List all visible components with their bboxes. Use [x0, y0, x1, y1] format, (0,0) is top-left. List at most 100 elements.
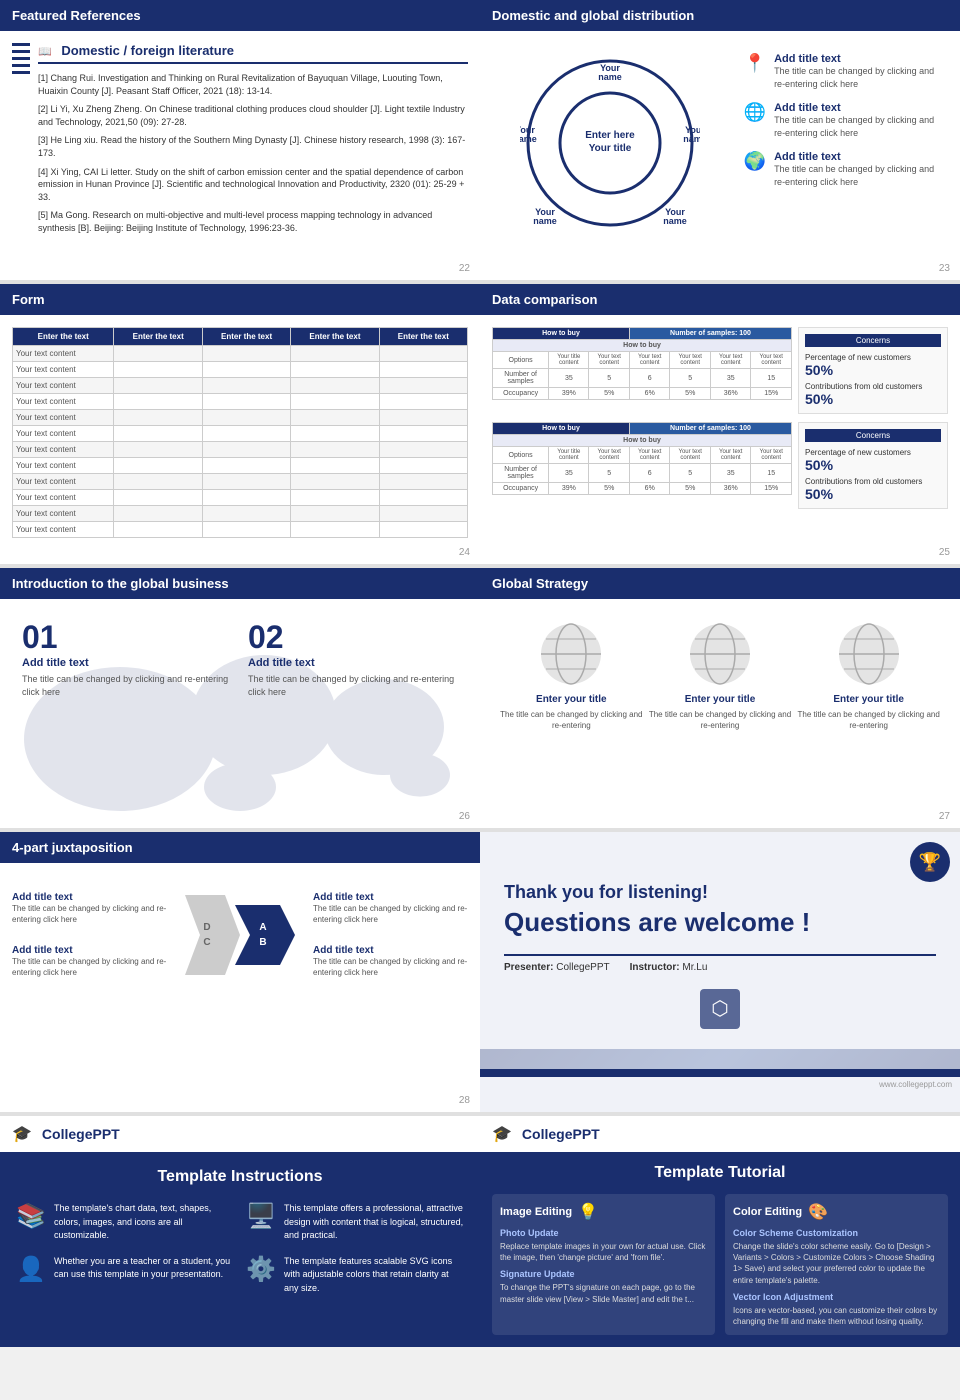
strategy-item-1-title: Enter your title [500, 694, 643, 705]
table-row: Your text content [13, 362, 468, 378]
tutorial-color-header: Color Editing 🎨 [733, 1202, 940, 1222]
thank-you-panel: 🏆 Thank you for listening! Questions are… [480, 832, 960, 1112]
page-number-23: 23 [939, 263, 950, 274]
circle-svg: Your name Your name Your name Your name … [520, 53, 700, 233]
global-item-2-title: Add title text [248, 657, 458, 669]
table-row: Your text content [13, 426, 468, 442]
ref-item-5: [5] Ma Gong. Research on multi-objective… [38, 209, 468, 234]
page-number-22: 22 [459, 263, 470, 274]
table-row: Your text content [13, 394, 468, 410]
global-business-title: Introduction to the global business [12, 576, 229, 591]
featured-references-header: Featured References [0, 0, 480, 31]
monitor-icon: 🖥️ [246, 1202, 276, 1231]
global-business-panel: Introduction to the global business 01 A… [0, 568, 480, 828]
global-strategy-body: Enter your title The title can be change… [480, 599, 960, 751]
page-number-24: 24 [459, 547, 470, 558]
college-logo-icon-1: 🎓 [12, 1124, 32, 1144]
concerns-label-2: Concerns [805, 429, 941, 442]
circle-diagram-container: Your name Your name Your name Your name … [492, 43, 728, 243]
global-business-body: 01 Add title text The title can be chang… [0, 599, 480, 819]
instructions-header: 🎓 CollegePPT [0, 1116, 480, 1152]
instructions-grid: 📚 The template's chart data, text, shape… [16, 1202, 464, 1295]
form-title: Form [12, 292, 45, 307]
dist-item-3-body: The title can be changed by clicking and… [774, 163, 940, 188]
layers-icon: ⬡ [711, 998, 728, 1020]
ref-item-2: [2] Li Yi, Xu Zheng Zheng. On Chinese tr… [38, 103, 468, 128]
four-item-tl: Add title text The title can be changed … [12, 892, 167, 925]
college-logo-icon-2: 🎓 [492, 1124, 512, 1144]
four-part-panel: 4-part juxtaposition Add title text The … [0, 832, 480, 1112]
data-table-2: How to buyNumber of samples: 100 How to … [492, 422, 792, 495]
global-strategy-header: Global Strategy [480, 568, 960, 599]
ref-item-4: [4] Xi Ying, CAI Li letter. Study on the… [38, 166, 468, 204]
instr-text-1: The template's chart data, text, shapes,… [54, 1202, 234, 1243]
photo-update-text: Replace template images in your own for … [500, 1241, 707, 1263]
sidebar-line [12, 64, 30, 67]
thank-you-line1: Thank you for listening! [504, 882, 936, 903]
global-num-1: 01 [22, 621, 232, 653]
svg-text:B: B [259, 937, 266, 948]
global-item-1: 01 Add title text The title can be chang… [22, 621, 232, 698]
form-col-4: Enter the text [291, 328, 379, 346]
tutorial-header: 🎓 CollegePPT [480, 1116, 960, 1152]
strategy-item-2-body: The title can be changed by clicking and… [649, 709, 792, 731]
table-row: Your text content [13, 346, 468, 362]
globe-icon-sm: 🌐 [744, 102, 766, 123]
vector-icon-text: Icons are vector-based, you can customiz… [733, 1305, 940, 1327]
strategy-item-1: Enter your title The title can be change… [500, 619, 643, 731]
data-table-1: How to buyNumber of samples: 100 How to … [492, 327, 792, 400]
concerns-box-2: Concerns Percentage of new customers 50%… [798, 422, 948, 509]
instr-text-2: This template offers a professional, att… [284, 1202, 464, 1243]
color-scheme-text: Change the slide's color scheme easily. … [733, 1241, 940, 1286]
vector-icon-label: Vector Icon Adjustment [733, 1292, 940, 1302]
strategy-item-3-body: The title can be changed by clicking and… [797, 709, 940, 731]
badge-icon: 🏆 [910, 842, 950, 882]
dist-item-2-body: The title can be changed by clicking and… [774, 114, 940, 139]
dist-item-1-title: Add title text [774, 53, 940, 65]
table-row: Your text content [13, 474, 468, 490]
bottom-bar [480, 1069, 960, 1077]
diamond-svg: D C A B [175, 875, 305, 995]
global-item-2-body: The title can be changed by clicking and… [248, 673, 458, 698]
instructions-panel: 🎓 CollegePPT Template Instructions 📚 The… [0, 1116, 480, 1347]
circle-diagram: Your name Your name Your name Your name … [520, 53, 700, 233]
tutorial-color-title: Color Editing [733, 1206, 802, 1218]
tutorial-image-header: Image Editing 💡 [500, 1202, 707, 1222]
table-row: Your text content [13, 506, 468, 522]
table-row: Your text content [13, 458, 468, 474]
globe-icon-2 [649, 619, 792, 694]
gear-icon: ⚙️ [246, 1255, 276, 1284]
thank-you-body: 🏆 Thank you for listening! Questions are… [480, 832, 960, 1039]
instr-item-1: 📚 The template's chart data, text, shape… [16, 1202, 234, 1243]
old-customers-2: Contributions from old customers 50% [805, 477, 941, 502]
lightbulb-icon: 💡 [578, 1202, 598, 1222]
presenter-row: Presenter: CollegePPT Instructor: Mr.Lu [504, 954, 936, 973]
color-scheme-label: Color Scheme Customization [733, 1228, 940, 1238]
featured-references-body: 📖 Domestic / foreign literature [1] Chan… [0, 31, 480, 253]
form-col-2: Enter the text [114, 328, 202, 346]
data-grid-1: How to buyNumber of samples: 100 How to … [492, 327, 948, 414]
thank-you-line2: Questions are welcome ! [504, 907, 936, 938]
strategy-item-3-title: Enter your title [797, 694, 940, 705]
form-body: Enter the text Enter the text Enter the … [0, 315, 480, 550]
old-customers-1: Contributions from old customers 50% [805, 382, 941, 407]
photo-update-label: Photo Update [500, 1228, 707, 1238]
instr-item-3: 👤 Whether you are a teacher or a student… [16, 1255, 234, 1296]
college-ppt-logo-2: CollegePPT [522, 1126, 600, 1142]
concerns-label-1: Concerns [805, 334, 941, 347]
table-row: Your text content [13, 442, 468, 458]
form-col-5: Enter the text [379, 328, 467, 346]
concerns-box-1: Concerns Percentage of new customers 50%… [798, 327, 948, 414]
data-comparison-title: Data comparison [492, 292, 597, 307]
dist-item-2-title: Add title text [774, 102, 940, 114]
domestic-distribution-header: Domestic and global distribution [480, 0, 960, 31]
new-customers-2: Percentage of new customers 50% [805, 448, 941, 473]
global-item-1-body: The title can be changed by clicking and… [22, 673, 232, 698]
decorative-stack: ⬡ [504, 989, 936, 1029]
presenter-label: Presenter: [504, 962, 553, 973]
table-row: Your text content [13, 522, 468, 538]
data-comparison-panel: Data comparison How to buyNumber of samp… [480, 284, 960, 564]
four-left-items: Add title text The title can be changed … [12, 892, 167, 979]
thank-you-text: Thank you for listening! Questions are w… [504, 882, 936, 938]
global-strategy-title: Global Strategy [492, 576, 588, 591]
